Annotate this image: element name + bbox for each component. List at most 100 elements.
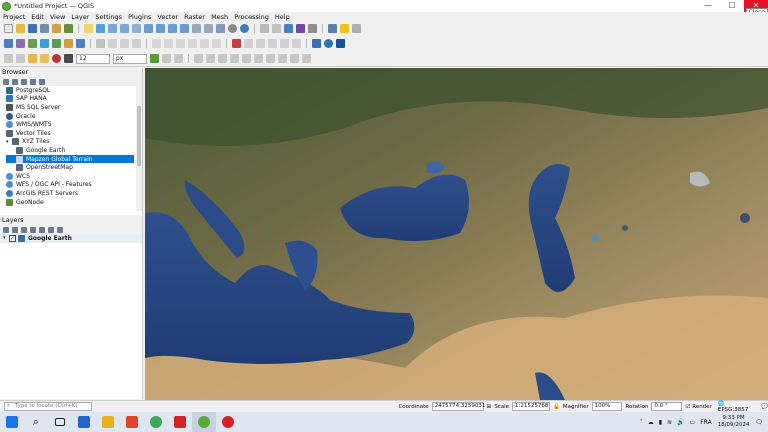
menu-mesh[interactable]: Mesh bbox=[211, 13, 228, 21]
messages-icon[interactable]: 💬 bbox=[761, 404, 768, 410]
wifi-icon[interactable]: ≋ bbox=[667, 419, 672, 426]
measure-icon[interactable] bbox=[308, 24, 317, 33]
add-feature-icon[interactable] bbox=[120, 38, 129, 48]
offset-curve-icon[interactable] bbox=[206, 54, 215, 63]
locator-search-input[interactable]: ⌕ Type to locate (Ctrl+K) bbox=[4, 402, 93, 411]
new-bookmark-icon[interactable] bbox=[216, 24, 225, 33]
identify-icon[interactable] bbox=[260, 24, 269, 33]
browser-item-arcgis-rest[interactable]: ArcGIS REST Servers bbox=[6, 189, 142, 198]
taskbar-opera[interactable] bbox=[216, 412, 240, 432]
expand-all-icon[interactable] bbox=[39, 226, 45, 233]
processing-toolbox-icon[interactable] bbox=[336, 38, 345, 48]
add-wms-icon[interactable] bbox=[76, 38, 85, 48]
browser-item-wms[interactable]: WMS/WMTS bbox=[6, 120, 142, 129]
temporal-controller-icon[interactable] bbox=[228, 24, 237, 33]
battery-icon[interactable]: ▭ bbox=[690, 419, 696, 426]
render-checkbox[interactable]: ☑ bbox=[685, 404, 690, 410]
paste-features-icon[interactable] bbox=[188, 38, 197, 48]
zoom-native-icon[interactable] bbox=[180, 24, 189, 33]
style-panel-icon[interactable] bbox=[3, 226, 9, 233]
toggle-editing-icon[interactable] bbox=[108, 38, 117, 48]
taskbar-chrome[interactable] bbox=[144, 412, 168, 432]
browser-item-xyz-tiles[interactable]: ▾ XYZ Tiles bbox=[6, 138, 142, 147]
zoom-to-layer-icon[interactable] bbox=[168, 24, 177, 33]
scale-field[interactable]: 1:21525768 bbox=[512, 402, 551, 411]
coordinate-field[interactable]: 2475774,3259031 bbox=[431, 402, 485, 411]
remove-layer-icon[interactable] bbox=[57, 226, 63, 233]
settings-gear-icon[interactable] bbox=[284, 24, 293, 33]
show-labels-icon[interactable] bbox=[256, 38, 265, 48]
rotation-field[interactable]: 0.0 ° bbox=[651, 402, 683, 411]
advanced-digitizing-icon[interactable] bbox=[16, 54, 25, 63]
new-virtual-layer-icon[interactable] bbox=[40, 38, 49, 48]
menu-help[interactable]: Help bbox=[275, 13, 290, 21]
browser-item-sap-hana[interactable]: SAP HANA bbox=[6, 95, 142, 104]
browser-item-vector-tiles[interactable]: Vector Tiles bbox=[6, 129, 142, 138]
menu-plugins[interactable]: Plugins bbox=[128, 13, 151, 21]
task-view-button[interactable] bbox=[48, 412, 72, 432]
menu-settings[interactable]: Settings bbox=[95, 13, 122, 21]
unit-select[interactable]: px bbox=[113, 53, 147, 64]
chevron-up-icon[interactable]: ˄ bbox=[640, 419, 643, 426]
scale-feature-icon[interactable] bbox=[302, 54, 311, 63]
taskbar-office[interactable] bbox=[120, 412, 144, 432]
browser-item-openstreetmap[interactable]: OpenStreetMap bbox=[6, 163, 142, 172]
refresh-icon[interactable] bbox=[3, 78, 9, 85]
language-indicator[interactable]: FRA bbox=[700, 419, 711, 426]
undo-icon[interactable] bbox=[200, 38, 209, 48]
add-group-icon[interactable] bbox=[12, 226, 18, 233]
taskbar-qgis[interactable] bbox=[192, 412, 216, 432]
add-delimited-text-icon[interactable] bbox=[52, 38, 61, 48]
text-annotation-icon[interactable] bbox=[352, 24, 361, 33]
filter-legend-icon[interactable] bbox=[30, 226, 36, 233]
taskbar-search-button[interactable]: ⌕ bbox=[24, 412, 48, 432]
browser-item-google-earth[interactable]: Google Earth bbox=[6, 146, 142, 155]
browser-scrollbar[interactable] bbox=[136, 86, 142, 211]
browser-item-mapzen-terrain[interactable]: Mapzen Global Terrain bbox=[6, 154, 134, 164]
minimize-button[interactable]: — bbox=[696, 0, 720, 12]
new-geopackage-layer-icon[interactable] bbox=[16, 38, 25, 48]
snapping-icon[interactable] bbox=[4, 54, 13, 63]
new-shapefile-layer-icon[interactable] bbox=[28, 38, 37, 48]
menu-edit[interactable]: Edit bbox=[31, 13, 44, 21]
refresh-icon[interactable] bbox=[240, 24, 249, 33]
copy-features-icon[interactable] bbox=[176, 38, 185, 48]
field-calculator-icon[interactable] bbox=[162, 54, 171, 63]
zoom-last-icon[interactable] bbox=[192, 24, 201, 33]
python-console-icon[interactable] bbox=[312, 38, 321, 48]
taskbar-acrobat[interactable] bbox=[168, 412, 192, 432]
filter-icon[interactable] bbox=[21, 78, 27, 85]
select-by-value-icon[interactable] bbox=[40, 54, 49, 63]
enable-properties-icon[interactable] bbox=[39, 78, 45, 85]
layer-item-google-earth[interactable]: ▾ ✓ Google Earth bbox=[0, 234, 142, 243]
browser-item-geonode[interactable]: GeoNode bbox=[6, 198, 142, 207]
new-project-icon[interactable] bbox=[4, 24, 13, 33]
select-features-icon[interactable] bbox=[28, 54, 37, 63]
layout-manager-icon[interactable] bbox=[52, 24, 61, 33]
browser-item-oracle[interactable]: Oracle bbox=[6, 112, 142, 121]
redo-icon[interactable] bbox=[212, 38, 221, 48]
menu-view[interactable]: View bbox=[50, 13, 65, 21]
merge-features-icon[interactable] bbox=[174, 54, 183, 63]
add-selected-layers-icon[interactable] bbox=[12, 78, 18, 85]
reshape-icon[interactable] bbox=[194, 54, 203, 63]
open-project-icon[interactable] bbox=[16, 24, 25, 33]
taskbar-mail[interactable] bbox=[72, 412, 96, 432]
zoom-next-icon[interactable] bbox=[204, 24, 213, 33]
split-parts-icon[interactable] bbox=[230, 54, 239, 63]
zoom-out-icon[interactable] bbox=[120, 24, 129, 33]
fill-ring-icon[interactable] bbox=[242, 54, 251, 63]
split-features-icon[interactable] bbox=[218, 54, 227, 63]
menu-processing[interactable]: Processing bbox=[234, 13, 269, 21]
windows-start-button[interactable] bbox=[0, 412, 24, 432]
pin-labels-icon[interactable] bbox=[244, 38, 253, 48]
pan-map-icon[interactable] bbox=[84, 24, 93, 33]
browser-item-wfs[interactable]: WFS / OGC API - Features bbox=[6, 181, 142, 190]
current-edits-icon[interactable] bbox=[96, 38, 105, 48]
vertex-tool-icon[interactable] bbox=[132, 38, 141, 48]
style-manager-icon[interactable] bbox=[64, 24, 73, 33]
layer-visibility-checkbox[interactable]: ✓ bbox=[9, 234, 16, 242]
clock[interactable]: 9:33 PM 18/09/2024 bbox=[718, 415, 750, 429]
map-canvas[interactable] bbox=[145, 68, 768, 400]
deselect-all-icon[interactable] bbox=[52, 54, 61, 63]
